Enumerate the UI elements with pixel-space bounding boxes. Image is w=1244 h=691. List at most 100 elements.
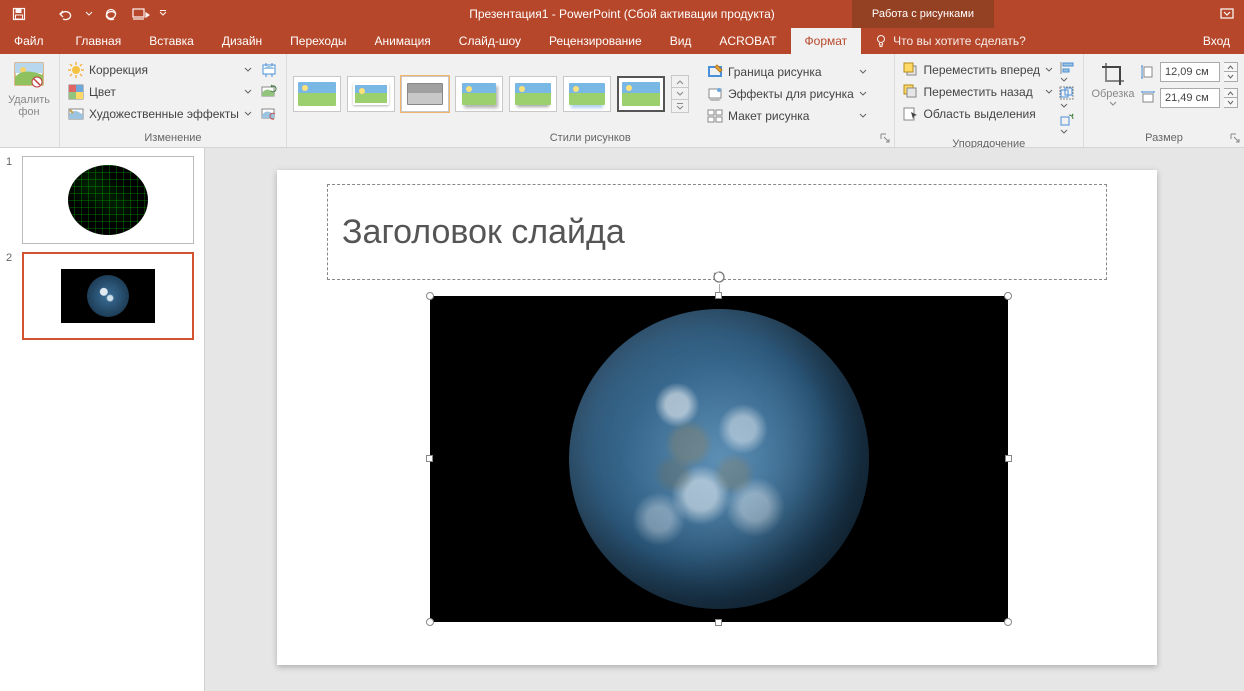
rotation-handle[interactable] — [712, 270, 726, 284]
tab-insert[interactable]: Вставка — [135, 28, 208, 54]
group-picture-styles: Граница рисунка Эффекты для рисунка Маке… — [287, 54, 895, 147]
gallery-up-button[interactable] — [672, 76, 688, 88]
resize-handle-e[interactable] — [1005, 455, 1012, 462]
picture-border-icon — [707, 64, 723, 80]
size-dialog-launcher[interactable] — [1228, 131, 1242, 145]
height-up[interactable] — [1224, 63, 1237, 72]
width-spinner — [1224, 88, 1238, 108]
tell-me-search[interactable]: Что вы хотите сделать? — [861, 28, 1040, 54]
ribbon-display-options-button[interactable] — [1210, 0, 1244, 28]
contextual-tab-title: Работа с рисунками — [852, 0, 994, 28]
bring-forward-label: Переместить вперед — [924, 63, 1040, 77]
artistic-effects-icon — [68, 106, 84, 122]
tab-view[interactable]: Вид — [656, 28, 706, 54]
gallery-down-button[interactable] — [672, 88, 688, 100]
width-icon — [1140, 90, 1156, 106]
slide-thumbnails-pane[interactable]: 1 2 — [0, 148, 205, 691]
color-button[interactable]: Цвет — [66, 82, 254, 102]
rotate-button[interactable] — [1059, 112, 1077, 136]
width-up[interactable] — [1224, 89, 1237, 98]
style-thumb-6[interactable] — [563, 76, 611, 112]
resize-handle-s[interactable] — [715, 619, 722, 626]
slide-canvas[interactable]: Заголовок слайда — [277, 170, 1157, 665]
chevron-down-icon — [244, 88, 252, 96]
height-down[interactable] — [1224, 72, 1237, 81]
selected-picture[interactable] — [430, 296, 1008, 622]
save-button[interactable] — [6, 2, 32, 26]
change-picture-button[interactable] — [258, 82, 280, 102]
picture-border-label: Граница рисунка — [728, 65, 822, 79]
artistic-effects-button[interactable]: Художественные эффекты — [66, 104, 254, 124]
bring-forward-button[interactable]: Переместить вперед — [901, 60, 1055, 80]
style-thumb-5[interactable] — [509, 76, 557, 112]
width-field-row: 21,49 см — [1140, 88, 1238, 108]
title-placeholder[interactable]: Заголовок слайда — [327, 184, 1107, 280]
remove-bg-line2: фон — [18, 106, 39, 118]
tab-acrobat[interactable]: ACROBAT — [705, 28, 790, 54]
qat-separator — [36, 2, 50, 26]
style-thumb-1[interactable] — [293, 76, 341, 112]
send-backward-button[interactable]: Переместить назад — [901, 82, 1055, 102]
group-label-size: Размер — [1090, 130, 1238, 147]
style-thumb-7[interactable] — [617, 76, 665, 112]
styles-dialog-launcher[interactable] — [878, 131, 892, 145]
corrections-button[interactable]: Коррекция — [66, 60, 254, 80]
redo-button[interactable] — [98, 2, 124, 26]
undo-dropdown[interactable] — [84, 2, 94, 26]
chevron-down-icon — [244, 66, 252, 74]
color-label: Цвет — [89, 85, 116, 99]
reset-picture-button[interactable] — [258, 104, 280, 124]
picture-layout-label: Макет рисунка — [728, 109, 810, 123]
crop-button[interactable]: Обрезка — [1090, 58, 1136, 108]
compress-pictures-button[interactable] — [258, 60, 280, 80]
tab-animations[interactable]: Анимация — [360, 28, 444, 54]
picture-border-button[interactable]: Граница рисунка — [705, 62, 869, 82]
group-objects-button[interactable] — [1059, 86, 1077, 110]
gallery-more-button[interactable] — [672, 100, 688, 112]
resize-handle-sw[interactable] — [426, 618, 434, 626]
resize-handle-nw[interactable] — [426, 292, 434, 300]
picture-layout-icon — [707, 108, 723, 124]
align-button[interactable] — [1059, 60, 1077, 84]
qat-customize-dropdown[interactable] — [158, 2, 168, 26]
remove-background-icon — [13, 60, 45, 92]
resize-handle-n[interactable] — [715, 292, 722, 299]
tab-review[interactable]: Рецензирование — [535, 28, 656, 54]
color-icon — [68, 84, 84, 100]
picture-effects-button[interactable]: Эффекты для рисунка — [705, 84, 869, 104]
slide-editor[interactable]: Заголовок слайда — [205, 148, 1244, 691]
tab-format[interactable]: Формат — [791, 28, 862, 54]
selection-pane-button[interactable]: Область выделения — [901, 104, 1055, 124]
undo-button[interactable] — [54, 2, 80, 26]
style-thumb-2[interactable] — [347, 76, 395, 112]
style-thumb-4[interactable] — [455, 76, 503, 112]
start-from-beginning-button[interactable] — [128, 2, 154, 26]
title-placeholder-text: Заголовок слайда — [342, 213, 625, 252]
tab-home[interactable]: Главная — [62, 28, 136, 54]
height-input[interactable]: 12,09 см — [1160, 62, 1220, 82]
slide-thumb-1[interactable]: 1 — [0, 154, 204, 250]
tab-file[interactable]: Файл — [0, 28, 62, 54]
sign-in-button[interactable]: Вход — [1189, 28, 1244, 54]
picture-layout-button[interactable]: Макет рисунка — [705, 106, 869, 126]
style-thumb-3[interactable] — [401, 76, 449, 112]
remove-bg-line1: Удалить — [8, 94, 50, 106]
resize-handle-se[interactable] — [1004, 618, 1012, 626]
crop-label: Обрезка — [1091, 88, 1134, 100]
chevron-down-icon — [859, 90, 867, 98]
remove-background-button[interactable]: Удалитьфон — [6, 58, 52, 118]
slide-thumb-2[interactable]: 2 — [0, 250, 204, 346]
width-input[interactable]: 21,49 см — [1160, 88, 1220, 108]
resize-handle-w[interactable] — [426, 455, 433, 462]
width-down[interactable] — [1224, 98, 1237, 107]
height-icon — [1140, 64, 1156, 80]
chevron-down-icon — [1045, 88, 1053, 96]
tab-transitions[interactable]: Переходы — [276, 28, 360, 54]
tab-design[interactable]: Дизайн — [208, 28, 276, 54]
chevron-down-icon — [1109, 100, 1117, 108]
lightbulb-icon — [875, 34, 887, 48]
resize-handle-ne[interactable] — [1004, 292, 1012, 300]
picture-content — [430, 296, 1008, 622]
group-arrange: Переместить вперед Переместить назад Обл… — [895, 54, 1084, 147]
tab-slideshow[interactable]: Слайд-шоу — [445, 28, 535, 54]
